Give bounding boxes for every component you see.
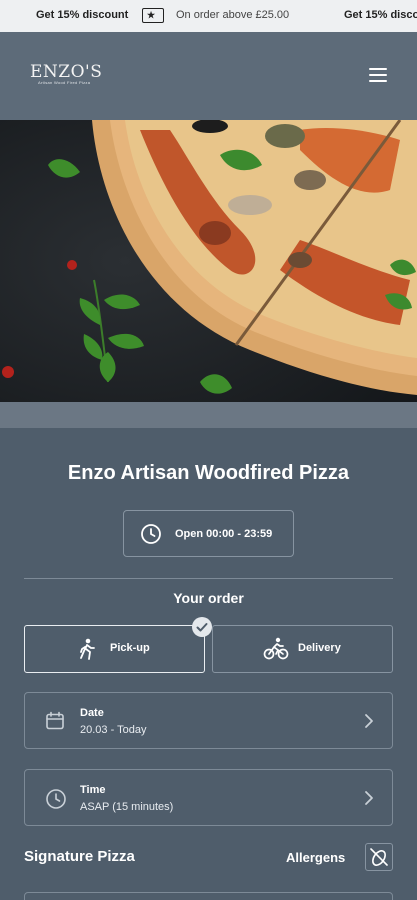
promo-discount-text: Get 15% discount — [36, 9, 129, 21]
calendar-icon — [46, 711, 64, 730]
promo-condition-text: On order above £25.00 — [176, 9, 290, 21]
allergens-icon[interactable] — [365, 843, 393, 871]
brand-tagline: Artisan Wood Fired Pizza — [38, 80, 91, 85]
selected-check-icon — [192, 617, 212, 637]
hero-bottom-strip — [0, 402, 417, 428]
clock-icon — [46, 789, 66, 809]
chevron-right-icon — [365, 791, 373, 805]
brand-logo[interactable]: ENZO'S — [30, 62, 102, 82]
divider — [24, 578, 393, 579]
restaurant-name: Enzo Artisan Woodfired Pizza — [67, 462, 350, 484]
ticket-icon: ★ — [142, 8, 164, 23]
menu-item-card[interactable] — [24, 892, 393, 900]
time-selector[interactable]: Time ASAP (15 minutes) — [24, 769, 393, 826]
allergens-link[interactable]: Allergens — [286, 850, 345, 865]
date-label: Date — [80, 707, 104, 719]
time-label: Time — [80, 784, 106, 796]
clock-icon — [141, 524, 161, 544]
delivery-label: Delivery — [298, 642, 341, 654]
opening-hours-text: Open 00:00 - 23:59 — [175, 528, 273, 540]
time-value: ASAP (15 minutes) — [80, 801, 174, 813]
date-value: 20.03 - Today — [80, 724, 147, 736]
opening-hours-badge[interactable]: Open 00:00 - 23:59 — [123, 510, 294, 557]
date-selector[interactable]: Date 20.03 - Today — [24, 692, 393, 749]
pickup-option[interactable]: Pick-up — [24, 625, 205, 673]
your-order-heading: Your order — [173, 590, 244, 606]
hero-pizza-image — [0, 120, 417, 402]
cyclist-icon — [263, 637, 289, 660]
promo-banner: Get 15% discount ★ On order above £25.00… — [0, 0, 417, 32]
site-header: ENZO'S Artisan Wood Fired Pizza — [0, 32, 417, 120]
pickup-label: Pick-up — [110, 642, 150, 654]
chevron-right-icon — [365, 714, 373, 728]
walking-person-icon — [80, 638, 95, 660]
delivery-option[interactable]: Delivery — [212, 625, 393, 673]
category-title: Signature Pizza — [24, 848, 135, 865]
hamburger-menu-icon[interactable] — [369, 68, 387, 82]
promo-discount-text-repeat: Get 15% disco — [344, 9, 417, 21]
